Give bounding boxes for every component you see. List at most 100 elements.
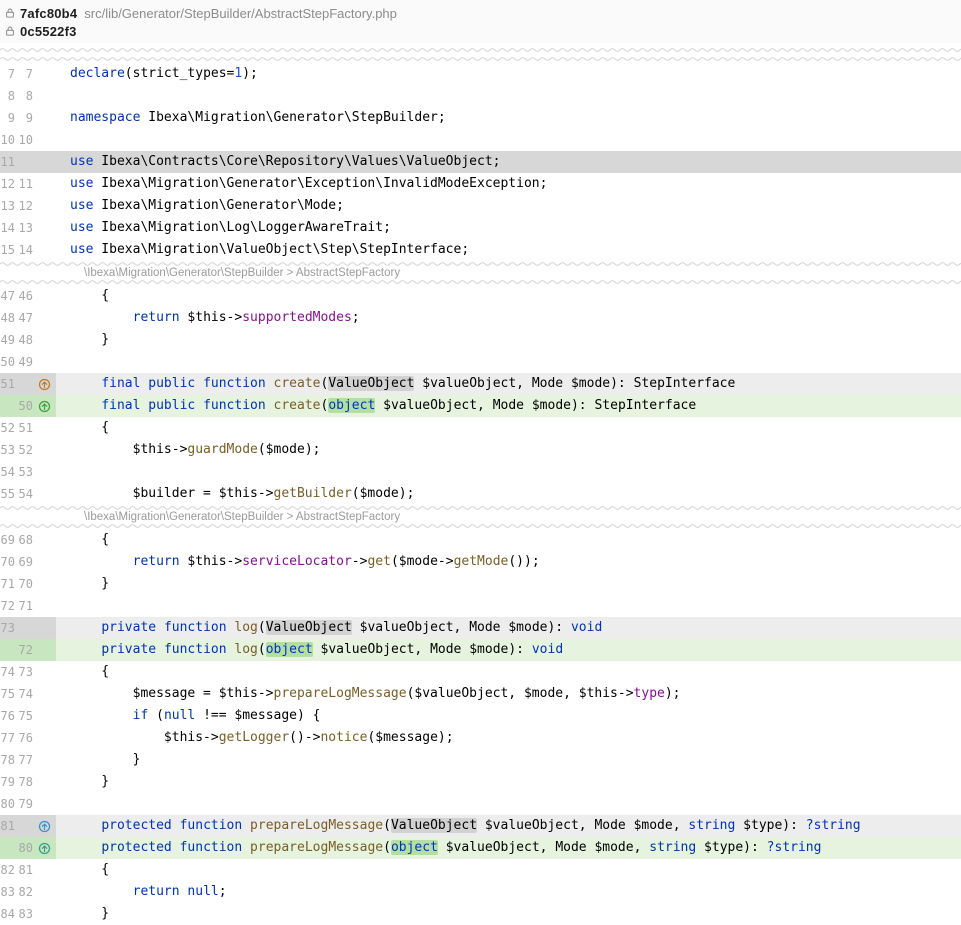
overriding-method-icon[interactable] (38, 378, 51, 391)
code-token (70, 310, 133, 325)
new-line-number: 73 (15, 661, 33, 683)
code-line[interactable]: 7776 $this->getLogger()->notice($message… (0, 727, 961, 749)
gutter-icon-slot (33, 63, 56, 85)
code-token: final (101, 376, 140, 391)
code-text (56, 793, 961, 815)
code-line[interactable]: 5352 $this->guardMode($mode); (0, 439, 961, 461)
code-line[interactable]: 81 protected function prepareLogMessage(… (0, 815, 961, 837)
old-line-number: 73 (0, 617, 15, 639)
code-line[interactable]: 4847 return $this->supportedModes; (0, 307, 961, 329)
code-token: object (391, 840, 438, 855)
code-line[interactable]: 4948 } (0, 329, 961, 351)
code-line[interactable]: 50 final public function create(object $… (0, 395, 961, 417)
code-token: Mode (469, 620, 500, 635)
old-line-number: 15 (0, 239, 15, 261)
code-token: prepareLogMessage (250, 840, 383, 855)
code-token (195, 376, 203, 391)
code-line[interactable]: 7473 { (0, 661, 961, 683)
code-line[interactable]: 7675 if (null !== $message) { (0, 705, 961, 727)
code-line[interactable]: 1211use Ibexa\Migration\Generator\Except… (0, 173, 961, 195)
collapsed-region-separator[interactable] (0, 46, 961, 63)
revision-row-after: 0c5522f3 (3, 22, 955, 40)
code-text: private function log(ValueObject $valueO… (56, 617, 961, 639)
code-line[interactable]: 7978 } (0, 771, 961, 793)
code-text: declare(strict_types=1); (56, 63, 961, 85)
code-token: $valueObject, (414, 376, 531, 391)
code-token: !== $message) { (195, 708, 320, 723)
gutter: 4847 (0, 307, 56, 329)
gutter-icon-slot (33, 727, 56, 749)
code-line[interactable]: 77declare(strict_types=1); (0, 63, 961, 85)
code-token: function (164, 642, 227, 657)
code-line[interactable]: 1413use Ibexa\Migration\Log\LoggerAwareT… (0, 217, 961, 239)
code-line[interactable]: 73 private function log(ValueObject $val… (0, 617, 961, 639)
code-token: ($message); (367, 730, 453, 745)
collapsed-region-separator[interactable]: \Ibexa\Migration\Generator\StepBuilder >… (0, 505, 961, 529)
code-line[interactable]: 8382 return null; (0, 881, 961, 903)
code-line[interactable]: 5453 (0, 461, 961, 483)
gutter: 80 (0, 837, 56, 859)
code-token (156, 620, 164, 635)
overridden-method-icon[interactable] (38, 820, 51, 833)
code-line[interactable]: 7877 } (0, 749, 961, 771)
code-line[interactable]: 5251 { (0, 417, 961, 439)
code-line[interactable]: 7271 (0, 595, 961, 617)
code-line[interactable]: 5554 $builder = $this->getBuilder($mode)… (0, 483, 961, 505)
code-line[interactable]: 51 final public function create(ValueObj… (0, 373, 961, 395)
code-text: $builder = $this->getBuilder($mode); (56, 483, 961, 505)
code-token: $valueObject, (375, 398, 492, 413)
code-line[interactable]: 4746 { (0, 285, 961, 307)
old-line-number: 70 (0, 551, 15, 573)
code-token: } (70, 332, 109, 347)
code-line[interactable]: 8079 (0, 793, 961, 815)
code-line[interactable]: 7574 $message = $this->prepareLogMessage… (0, 683, 961, 705)
code-line[interactable]: 80 protected function prepareLogMessage(… (0, 837, 961, 859)
code-token: $mode): (461, 642, 531, 657)
code-line[interactable]: 7069 return $this->serviceLocator->get($… (0, 551, 961, 573)
code-line[interactable]: 88 (0, 85, 961, 107)
diff-header: 7afc80b4 src/lib/Generator/StepBuilder/A… (0, 0, 961, 43)
old-line-number: 48 (0, 307, 15, 329)
code-line[interactable]: 7170 } (0, 573, 961, 595)
code-token: prepareLogMessage (274, 686, 407, 701)
gutter: 88 (0, 85, 56, 107)
gutter-icon-slot (33, 461, 56, 483)
code-line[interactable]: 11use Ibexa\Contracts\Core\Repository\Va… (0, 151, 961, 173)
code-token: ( (258, 620, 266, 635)
code-token: $mode): (563, 376, 633, 391)
code-token (70, 840, 101, 855)
code-line[interactable]: 8281 { (0, 859, 961, 881)
code-token: return (133, 554, 180, 569)
new-line-number: 70 (15, 573, 33, 595)
gutter-icon-slot (33, 859, 56, 881)
overriding-method-icon[interactable] (38, 400, 51, 413)
torn-edge-wave (0, 56, 961, 62)
code-line[interactable]: 6968 { (0, 529, 961, 551)
gutter-icon-slot (33, 815, 56, 837)
overridden-method-icon[interactable] (38, 842, 51, 855)
gutter-icon-slot (33, 285, 56, 307)
code-line[interactable]: 5049 (0, 351, 961, 373)
code-line[interactable]: 8483 } (0, 903, 961, 925)
code-line[interactable]: 1010 (0, 129, 961, 151)
code-line[interactable]: 99namespace Ibexa\Migration\Generator\St… (0, 107, 961, 129)
lock-icon (3, 7, 17, 19)
code-line[interactable]: 1312use Ibexa\Migration\Generator\Mode; (0, 195, 961, 217)
gutter: 51 (0, 373, 56, 395)
code-line[interactable]: 1514use Ibexa\Migration\ValueObject\Step… (0, 239, 961, 261)
new-line-number: 52 (15, 439, 33, 461)
gutter: 11 (0, 151, 56, 173)
old-line-number: 80 (0, 793, 15, 815)
code-line[interactable]: 72 private function log(object $valueObj… (0, 639, 961, 661)
gutter: 1010 (0, 129, 56, 151)
code-token: { (70, 862, 109, 877)
code-token: ValueObject (266, 620, 352, 635)
code-token: $mode): (524, 398, 594, 413)
old-line-number: 74 (0, 661, 15, 683)
new-line-number: 48 (15, 329, 33, 351)
collapsed-region-separator[interactable]: \Ibexa\Migration\Generator\StepBuilder >… (0, 261, 961, 285)
revision-hash-before[interactable]: 7afc80b4 (20, 6, 77, 21)
code-token: ; (219, 884, 227, 899)
revision-hash-after[interactable]: 0c5522f3 (20, 24, 77, 39)
new-line-number: 7 (15, 63, 33, 85)
